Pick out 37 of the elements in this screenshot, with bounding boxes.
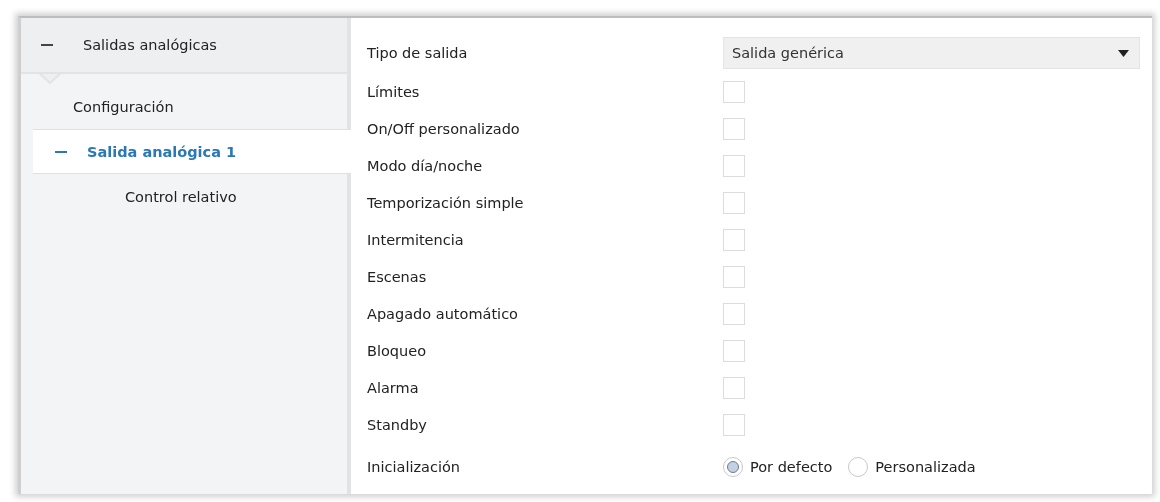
parameter-label: Alarma — [367, 379, 420, 396]
checkbox[interactable] — [723, 154, 745, 177]
tree-item[interactable]: Salida analógica 1 — [33, 129, 351, 174]
radio-button[interactable] — [723, 457, 743, 477]
checkbox[interactable] — [723, 302, 745, 325]
tree-item[interactable]: Control relativo — [21, 174, 347, 219]
dropdown-arrow-icon — [1118, 49, 1129, 57]
parameter-label: Inicialización — [367, 459, 461, 475]
tree-label: Salidas analógicas — [83, 37, 217, 53]
tree-item[interactable]: Configuración — [21, 84, 347, 129]
tree-label: Configuración — [73, 98, 174, 115]
tree-label: Control relativo — [125, 188, 237, 205]
parameter-label: Límites — [367, 83, 421, 100]
tree-item[interactable]: Salidas analógicas — [21, 18, 347, 74]
tree-label: Salida analógica 1 — [87, 143, 237, 160]
checkbox[interactable] — [723, 339, 745, 362]
parameter-label: Modo día/noche — [367, 157, 484, 174]
parameter-label: Temporización simple — [367, 194, 525, 211]
checkbox[interactable] — [723, 117, 745, 140]
parameter-label: Standby — [367, 416, 428, 433]
parameter-label: Tipo de salida — [367, 45, 469, 61]
radio-label: Personalizada — [875, 459, 976, 475]
parameter-label: Bloqueo — [367, 342, 428, 359]
parameter-label: Intermitencia — [367, 231, 465, 248]
dropdown[interactable]: Salida genérica — [723, 37, 1140, 69]
checkbox[interactable] — [723, 376, 745, 399]
parameter-label: Apagado automático — [367, 305, 519, 322]
radio-label: Por defecto — [750, 459, 833, 475]
checkbox[interactable] — [723, 413, 745, 436]
parameter-label: Escenas — [367, 268, 428, 285]
checkbox[interactable] — [723, 265, 745, 288]
radio-button[interactable] — [848, 457, 869, 477]
checkbox[interactable] — [723, 191, 745, 214]
collapse-icon[interactable] — [55, 150, 67, 153]
parameter-label: On/Off personalizado — [367, 120, 521, 137]
checkbox[interactable] — [723, 228, 745, 251]
checkbox[interactable] — [723, 80, 745, 103]
